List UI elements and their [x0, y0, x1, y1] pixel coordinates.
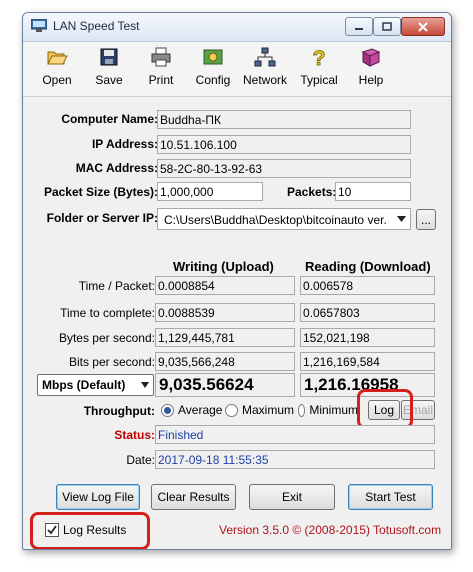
- config-gear-icon: [203, 49, 223, 65]
- toolbar-typical-label: Typical: [300, 73, 338, 87]
- bits-per-second-read: 1,216,169,584: [300, 352, 435, 371]
- bits-per-second-label: Bits per second:: [68, 355, 155, 369]
- toolbar-config[interactable]: Config: [187, 46, 239, 87]
- view-log-file-button[interactable]: View Log File: [56, 484, 140, 510]
- printer-icon: [151, 47, 171, 67]
- chevron-down-icon: [397, 216, 406, 222]
- toolbar-help-label: Help: [358, 73, 384, 87]
- browse-button[interactable]: ...: [416, 209, 436, 230]
- radio-maximum-label: Maximum: [242, 403, 295, 417]
- time-to-complete-write: 0.0088539: [155, 303, 295, 322]
- minimize-button[interactable]: [345, 17, 373, 36]
- close-button[interactable]: [401, 17, 445, 36]
- toolbar-open-label: Open: [42, 73, 72, 87]
- bits-per-second-write: 9,035,566,248: [155, 352, 295, 371]
- network-icon: [254, 47, 276, 67]
- write-throughput-value: 9,035.56624: [155, 373, 295, 397]
- log-button-highlight: [357, 389, 413, 429]
- maximize-icon: [382, 22, 392, 31]
- bytes-per-second-read: 152,021,198: [300, 328, 435, 347]
- time-to-complete-label: Time to complete:: [60, 306, 155, 320]
- bytes-per-second-write: 1,129,445,781: [155, 328, 295, 347]
- radio-minimum-label: Minimum: [309, 403, 358, 417]
- toolbar-open[interactable]: Open: [31, 46, 83, 87]
- writing-header: Writing (Upload): [173, 259, 274, 274]
- toolbar-print[interactable]: Print: [135, 46, 187, 87]
- exit-button[interactable]: Exit: [249, 484, 335, 510]
- computer-name-label: Computer Name:: [61, 112, 158, 126]
- reading-header: Reading (Download): [305, 259, 431, 274]
- svg-text:?: ?: [313, 47, 326, 68]
- radio-average-dot: [161, 403, 174, 417]
- close-icon: [418, 21, 428, 32]
- version-text: Version 3.5.0 © (2008-2015) Totusoft.com: [219, 523, 442, 537]
- folder-label: Folder or Server IP:: [46, 211, 158, 225]
- packets-input[interactable]: 10: [335, 182, 411, 201]
- toolbar-save[interactable]: Save: [83, 46, 135, 87]
- bytes-per-second-label: Bytes per second:: [58, 331, 155, 345]
- time-per-packet-read: 0.006578: [300, 276, 435, 295]
- packet-size-input[interactable]: 1,000,000: [157, 182, 263, 201]
- packet-size-label: Packet Size (Bytes):: [43, 185, 158, 199]
- folder-select[interactable]: C:\Users\Buddha\Desktop\bitcoinauto ver.: [157, 208, 411, 230]
- ip-address-label: IP Address:: [91, 137, 158, 151]
- floppy-disk-icon: [100, 48, 118, 66]
- app-icon: [31, 19, 47, 32]
- mac-address-field[interactable]: 58-2C-80-13-92-63: [157, 159, 411, 178]
- radio-minimum[interactable]: Minimum: [298, 403, 358, 417]
- open-folder-icon: [47, 51, 68, 65]
- radio-maximum[interactable]: Maximum: [225, 403, 294, 417]
- toolbar-config-label: Config: [195, 73, 231, 87]
- radio-average-label: Average: [178, 403, 223, 417]
- toolbar-network-label: Network: [242, 73, 287, 87]
- start-test-button[interactable]: Start Test: [348, 484, 433, 510]
- clear-results-button[interactable]: Clear Results: [151, 484, 236, 510]
- mac-address-label: MAC Address:: [75, 161, 158, 175]
- window-title: LAN Speed Test: [53, 19, 140, 33]
- toolbar-save-label: Save: [95, 73, 123, 87]
- minimize-icon: [355, 27, 363, 30]
- time-per-packet-label: Time / Packet:: [78, 279, 155, 293]
- log-results-highlight: [30, 512, 150, 549]
- toolbar-help[interactable]: Help: [345, 46, 397, 87]
- folder-value: C:\Users\Buddha\Desktop\bitcoinauto ver.: [164, 213, 387, 227]
- date-label: Date:: [126, 453, 155, 467]
- help-book-icon: [361, 48, 381, 67]
- toolbar-network[interactable]: Network: [239, 46, 291, 87]
- toolbar-typical[interactable]: ? Typical: [293, 46, 345, 87]
- unit-select-value: Mbps (Default): [42, 378, 126, 392]
- packets-label: Packets:: [287, 185, 337, 199]
- time-per-packet-write: 0.0008854: [155, 276, 295, 295]
- unit-chevron-down-icon: [141, 382, 149, 388]
- title-bar: LAN Speed Test: [23, 13, 451, 42]
- maximize-button[interactable]: [373, 17, 401, 36]
- status-label: Status:: [114, 428, 155, 442]
- toolbar: Open Save Print Config Network ? Typical…: [23, 42, 451, 97]
- app-window: LAN Speed Test Open Save Print Config Ne…: [22, 12, 452, 550]
- radio-maximum-dot: [225, 403, 238, 417]
- toolbar-print-label: Print: [148, 73, 174, 87]
- time-to-complete-read: 0.0657803: [300, 303, 435, 322]
- radio-average[interactable]: Average: [161, 403, 222, 417]
- throughput-label: Throughput:: [83, 404, 155, 418]
- date-value: 2017-09-18 11:55:35: [155, 450, 435, 469]
- ip-address-field[interactable]: 10.51.106.100: [157, 135, 411, 154]
- question-mark-icon: ?: [312, 47, 326, 71]
- radio-minimum-dot: [298, 403, 306, 417]
- computer-name-field[interactable]: Buddha-ПК: [157, 110, 411, 129]
- status-value: Finished: [155, 425, 435, 444]
- unit-select[interactable]: Mbps (Default): [37, 374, 154, 396]
